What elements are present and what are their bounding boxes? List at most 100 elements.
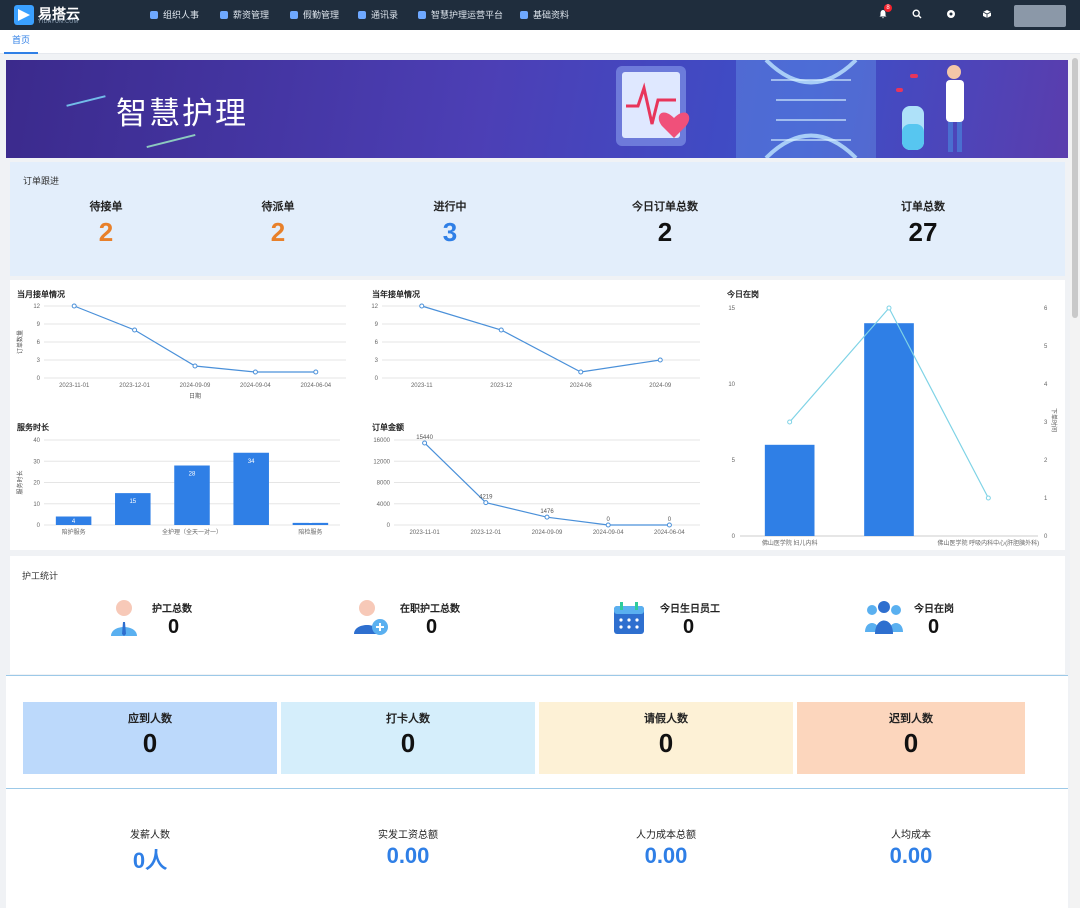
attendance-card-clocked-in[interactable]: 打卡人数 0	[281, 702, 535, 774]
org-icon	[150, 11, 158, 19]
payroll-label: 人力成本总额	[636, 830, 696, 841]
search-icon[interactable]	[912, 9, 922, 19]
y-tick-label: 40	[33, 438, 40, 444]
x-tick-label: 2023-12	[490, 383, 513, 389]
data-point	[192, 363, 198, 369]
data-point	[578, 369, 584, 375]
y-tick-label: 6	[37, 340, 41, 346]
nav-item-attendance[interactable]: 假勤管理	[290, 8, 339, 21]
data-point	[985, 495, 991, 501]
cube-icon[interactable]	[982, 9, 992, 19]
stat-label: 订单总数	[901, 201, 945, 213]
series-line	[73, 305, 316, 373]
nav-item-org[interactable]: 组织人事	[150, 8, 199, 21]
chart-yearly-orders: 0 3 6 9 12 2023-11 2023-12 2024-06 2024-09	[371, 303, 700, 389]
data-point	[313, 369, 319, 375]
y-tick-label-right: 4	[1044, 382, 1048, 388]
nav-item-basic-data[interactable]: 基础资料	[520, 8, 569, 21]
y-tick-label-left: 0	[732, 534, 736, 540]
payroll-avg-cost[interactable]: 人均成本 0.00	[831, 826, 991, 869]
stat-today-orders[interactable]: 今日订单总数 2	[605, 198, 725, 248]
scrollbar-thumb[interactable]	[1072, 58, 1078, 318]
series-line	[421, 305, 661, 373]
stat-value: 2	[270, 217, 286, 247]
nav-label: 假勤管理	[303, 10, 340, 20]
stat-total-orders[interactable]: 订单总数 27	[873, 198, 973, 248]
app-logo[interactable]: 易搭云 YIDAYUN.COM	[14, 4, 84, 26]
attendance-value: 0	[903, 728, 919, 758]
attendance-value: 0	[142, 728, 158, 758]
data-point	[666, 522, 672, 528]
stat-in-progress[interactable]: 进行中 3	[400, 198, 500, 248]
salary-icon	[220, 11, 228, 19]
y-tick-label: 10	[33, 502, 40, 508]
y-axis-label: 订单数量	[16, 330, 24, 354]
y-tick-label: 9	[37, 322, 41, 328]
banner-streak	[146, 133, 196, 149]
x-tick-label: 佛山医学院 妇儿内科	[762, 539, 818, 547]
x-tick-label: 2024-09	[649, 383, 672, 389]
app-subname: YIDAYUN.COM	[38, 19, 79, 25]
bar	[764, 444, 815, 536]
notification-badge: 8	[884, 4, 892, 12]
nav-item-care-platform[interactable]: 智慧护理运营平台	[418, 8, 503, 21]
user-avatar[interactable]	[1014, 5, 1066, 27]
x-axis-label: 日期	[189, 392, 201, 400]
data-point	[605, 522, 611, 528]
data-label: 15440	[416, 435, 433, 441]
nav-item-salary[interactable]: 薪资管理	[220, 8, 269, 21]
tab-bar: 首页	[0, 30, 1080, 54]
data-point	[422, 440, 428, 446]
tab-home[interactable]: 首页	[4, 30, 38, 54]
payroll-label: 人均成本	[891, 830, 931, 841]
payroll-total-paid[interactable]: 实发工资总额 0.00	[328, 826, 488, 869]
y-tick-label: 0	[37, 523, 41, 529]
y-tick-label-left: 10	[728, 382, 735, 388]
stat-pending-accept[interactable]: 待接单 2	[56, 198, 156, 248]
banner: 智慧护理	[6, 60, 1068, 158]
bar-value-label: 15	[129, 499, 136, 505]
attendance-card-leave[interactable]: 请假人数 0	[539, 702, 793, 774]
nav-label: 薪资管理	[233, 10, 270, 20]
contacts-icon	[358, 11, 366, 19]
nav-label: 通讯录	[371, 10, 399, 20]
y-tick-label: 12	[371, 304, 378, 310]
nav-label: 智慧护理运营平台	[431, 10, 504, 20]
stat-pending-dispatch[interactable]: 待派单 2	[228, 198, 328, 248]
x-tick-label: 2024-09-04	[593, 530, 624, 536]
x-tick-label: 陪检服务	[298, 528, 322, 536]
y-tick-label-right: 6	[1044, 306, 1048, 312]
nurse-value: 0	[683, 616, 695, 638]
chart-service-duration: 0102030404陪护服务1528全护理（全天一对一）341陪检服务服务时长	[16, 438, 340, 536]
nurse-label: 护工总数	[152, 604, 192, 615]
x-tick-label: 2024-06-04	[654, 530, 685, 536]
attendance-card-late[interactable]: 迟到人数 0	[797, 702, 1025, 774]
order-tracking-panel: 订单跟进 待接单 2 待派单 2 进行中 3 今日订单总数 2 订单总数 27	[10, 162, 1065, 276]
y-tick-label: 0	[37, 376, 41, 382]
nav-item-contacts[interactable]: 通讯录	[358, 8, 398, 21]
nurse-label: 今日在岗	[914, 604, 954, 615]
x-tick-label: 2024-06	[570, 383, 593, 389]
y-axis-label: 服务时长	[16, 470, 24, 494]
payroll-labor-cost[interactable]: 人力成本总额 0.00	[586, 826, 746, 869]
nurse-label: 今日生日员工	[660, 604, 720, 615]
chart-title: 今日在岗	[727, 290, 759, 299]
attendance-label: 请假人数	[644, 713, 688, 725]
payroll-label: 发薪人数	[130, 830, 170, 841]
stat-label: 待接单	[89, 201, 123, 213]
y-tick-label: 16000	[373, 438, 390, 444]
top-navbar: 易搭云 YIDAYUN.COM 组织人事 薪资管理 假勤管理 通讯录 智慧护理运…	[0, 0, 1080, 30]
x-tick-label: 2023-11	[411, 383, 433, 389]
y-tick-label: 20	[33, 481, 40, 487]
nurse-value: 0	[168, 616, 180, 638]
care-platform-icon	[418, 11, 426, 19]
settings-icon[interactable]	[946, 9, 956, 19]
group-icon	[865, 601, 903, 634]
basic-data-icon	[520, 11, 528, 19]
payroll-headcount[interactable]: 发薪人数 0人	[70, 826, 230, 875]
attendance-card-expected[interactable]: 应到人数 0	[23, 702, 277, 774]
y-tick-label: 3	[37, 358, 41, 364]
nurse-label: 在职护工总数	[400, 604, 460, 615]
stat-label: 今日订单总数	[632, 201, 698, 213]
page-scrollbar[interactable]	[1070, 54, 1080, 908]
